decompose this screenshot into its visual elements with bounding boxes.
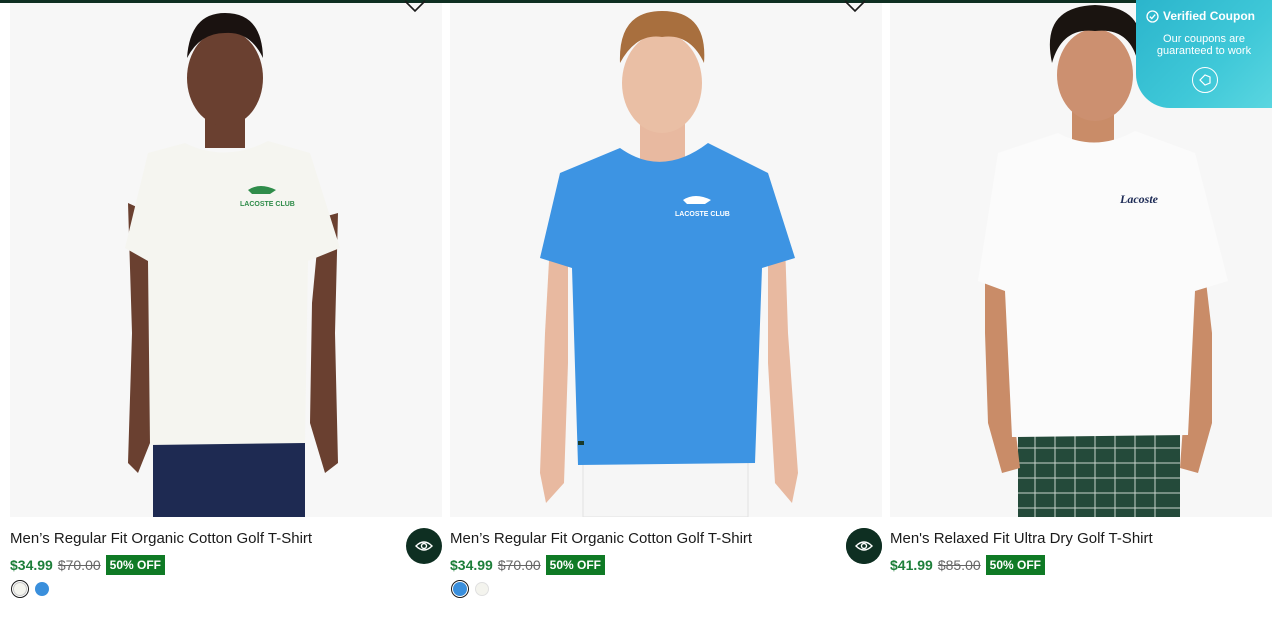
verified-coupon-widget[interactable]: Verified Coupon Our coupons are guarante… (1136, 0, 1272, 108)
wishlist-heart-icon[interactable] (402, 0, 428, 15)
eye-icon (855, 541, 873, 551)
quick-view-button[interactable] (846, 528, 882, 564)
original-price: $70.00 (57, 557, 101, 573)
svg-text:LACOSTE CLUB: LACOSTE CLUB (675, 211, 730, 218)
original-price: $70.00 (497, 557, 541, 573)
product-photo: LACOSTE CLUB (450, 3, 882, 517)
swatch-white[interactable] (475, 582, 489, 596)
swatch-white[interactable] (11, 580, 29, 598)
coupon-subtitle: Our coupons are guaranteed to work (1136, 33, 1272, 57)
product-title[interactable]: Men's Relaxed Fit Ultra Dry Golf T-Shirt (890, 530, 1153, 547)
sale-price: $41.99 (890, 557, 933, 573)
original-price: $85.00 (937, 557, 981, 573)
sale-price: $34.99 (450, 557, 493, 573)
price-row: $34.99 $70.00 50% OFF (10, 555, 166, 575)
product-card[interactable]: LACOSTE CLUB Men’s Regular Fit Organic C… (450, 0, 882, 603)
product-image[interactable]: LACOSTE CLUB (10, 3, 442, 517)
eye-icon (415, 541, 433, 551)
coupon-header: Verified Coupon (1146, 9, 1255, 23)
svg-text:Lacoste: Lacoste (1119, 192, 1159, 206)
product-title[interactable]: Men’s Regular Fit Organic Cotton Golf T-… (450, 530, 752, 547)
sale-price: $34.99 (10, 557, 53, 573)
swatch-blue[interactable] (451, 580, 469, 598)
quick-view-button[interactable] (406, 528, 442, 564)
product-photo: LACOSTE CLUB (10, 3, 442, 517)
check-circle-icon (1146, 9, 1159, 23)
product-title[interactable]: Men’s Regular Fit Organic Cotton Golf T-… (10, 530, 312, 547)
wishlist-heart-icon[interactable] (842, 0, 868, 15)
coupon-subtitle-line1: Our coupons are (1163, 33, 1245, 45)
coupon-subtitle-line2: guaranteed to work (1156, 45, 1252, 57)
discount-badge: 50% OFF (105, 555, 166, 575)
tag-icon[interactable] (1192, 67, 1218, 93)
product-image[interactable]: LACOSTE CLUB (450, 3, 882, 517)
product-card[interactable]: LACOSTE CLUB Men’s Regular Fit Organic C… (10, 0, 442, 603)
discount-badge: 50% OFF (545, 555, 606, 575)
color-swatches (451, 580, 489, 598)
swatch-blue[interactable] (35, 582, 49, 596)
svg-text:LACOSTE CLUB: LACOSTE CLUB (240, 201, 295, 208)
discount-badge: 50% OFF (985, 555, 1046, 575)
price-row: $41.99 $85.00 50% OFF (890, 555, 1046, 575)
price-row: $34.99 $70.00 50% OFF (450, 555, 606, 575)
coupon-title: Verified Coupon (1163, 9, 1256, 23)
color-swatches (11, 580, 49, 598)
